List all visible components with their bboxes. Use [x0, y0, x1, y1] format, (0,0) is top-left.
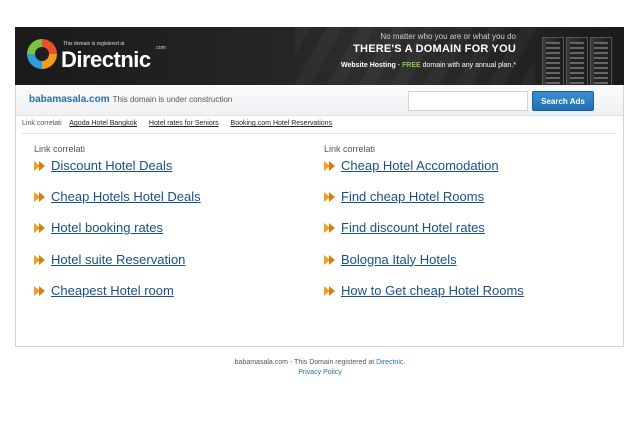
list-item: Discount Hotel Deals: [34, 158, 304, 189]
double-chevron-icon: [324, 191, 338, 203]
banner-promo: No matter who you are or what you do THE…: [341, 32, 516, 69]
promo-headline: THERE'S A DOMAIN FOR YOU: [353, 43, 516, 55]
footer: babamasala.com - This Domain registered …: [0, 358, 640, 378]
double-chevron-icon: [324, 222, 338, 234]
directnic-logo[interactable]: This domain is registered at Directnic .…: [27, 33, 187, 79]
domain-name: babamasala.com: [29, 94, 110, 105]
sponsored-link[interactable]: Cheapest Hotel room: [51, 283, 174, 298]
globe-icon: [27, 39, 57, 69]
double-chevron-icon: [324, 160, 338, 172]
registrar-link[interactable]: Directnic: [376, 359, 403, 366]
related-label: Link correlati: [22, 120, 62, 127]
sponsored-link[interactable]: Hotel suite Reservation: [51, 252, 185, 267]
double-chevron-icon: [324, 285, 338, 297]
content-panel: babamasala.com This domain is under const…: [15, 85, 624, 347]
sponsored-link[interactable]: How to Get cheap Hotel Rooms: [341, 283, 524, 298]
promo-free: FREE: [401, 62, 421, 69]
promo-hosting: Website Hosting: [341, 62, 396, 69]
promo-offer: Website Hosting - FREE domain with any a…: [341, 62, 516, 69]
sponsored-link[interactable]: Find discount Hotel rates: [341, 220, 485, 235]
double-chevron-icon: [34, 285, 48, 297]
sponsored-link[interactable]: Cheap Hotel Accomodation: [341, 158, 499, 173]
server-racks-image: [542, 37, 624, 85]
footer-period: .: [403, 359, 406, 366]
left-link-column: Link correlati Discount Hotel Deals Chea…: [34, 144, 304, 314]
list-item: Cheap Hotel Accomodation: [324, 158, 594, 189]
search-bar: babamasala.com This domain is under const…: [16, 85, 623, 116]
promo-line-1: No matter who you are or what you do: [380, 32, 516, 41]
divider: [22, 133, 617, 134]
server-rack-icon: [566, 37, 588, 85]
double-chevron-icon: [34, 160, 48, 172]
search-ads-button[interactable]: Search Ads: [532, 91, 594, 111]
list-item: Hotel booking rates: [34, 220, 304, 251]
server-rack-icon: [590, 37, 612, 85]
footer-text: babamasala.com - This Domain registered …: [234, 359, 377, 366]
list-item: Find cheap Hotel Rooms: [324, 189, 594, 220]
list-item: How to Get cheap Hotel Rooms: [324, 283, 594, 314]
column-title: Link correlati: [324, 144, 376, 154]
double-chevron-icon: [34, 222, 48, 234]
list-item: Cheap Hotels Hotel Deals: [34, 189, 304, 220]
domain-status: This domain is under construction: [112, 95, 233, 104]
list-item: Find discount Hotel rates: [324, 220, 594, 251]
list-item: Hotel suite Reservation: [34, 252, 304, 283]
sponsored-link[interactable]: Cheap Hotels Hotel Deals: [51, 189, 201, 204]
double-chevron-icon: [34, 191, 48, 203]
column-title: Link correlati: [34, 144, 86, 154]
sponsored-link[interactable]: Discount Hotel Deals: [51, 158, 172, 173]
related-link[interactable]: Hotel rates for Seniors: [149, 120, 219, 127]
list-item: Bologna Italy Hotels: [324, 252, 594, 283]
logo-com: .com: [155, 45, 166, 51]
footer-registration: babamasala.com - This Domain registered …: [0, 358, 640, 368]
double-chevron-icon: [34, 254, 48, 266]
search-input[interactable]: [408, 91, 528, 111]
related-link[interactable]: Agoda Hotel Bangkok: [69, 120, 137, 127]
double-chevron-icon: [324, 254, 338, 266]
sponsored-link[interactable]: Find cheap Hotel Rooms: [341, 189, 484, 204]
sponsored-link[interactable]: Hotel booking rates: [51, 220, 163, 235]
privacy-policy-link[interactable]: Privacy Policy: [298, 369, 342, 376]
related-link[interactable]: Booking.com Hotel Reservations: [231, 120, 333, 127]
sponsored-link[interactable]: Bologna Italy Hotels: [341, 252, 457, 267]
list-item: Cheapest Hotel room: [34, 283, 304, 314]
right-link-column: Link correlati Cheap Hotel Accomodation …: [324, 144, 594, 314]
promo-rest: domain with any annual plan.*: [420, 62, 516, 69]
related-links-bar: Link correlati Agoda Hotel Bangkok Hotel…: [22, 120, 617, 131]
logo-wordmark: Directnic: [61, 47, 151, 72]
directnic-banner[interactable]: This domain is registered at Directnic .…: [15, 27, 624, 85]
server-rack-icon: [542, 37, 564, 85]
domain-heading: babamasala.com This domain is under const…: [29, 94, 232, 105]
